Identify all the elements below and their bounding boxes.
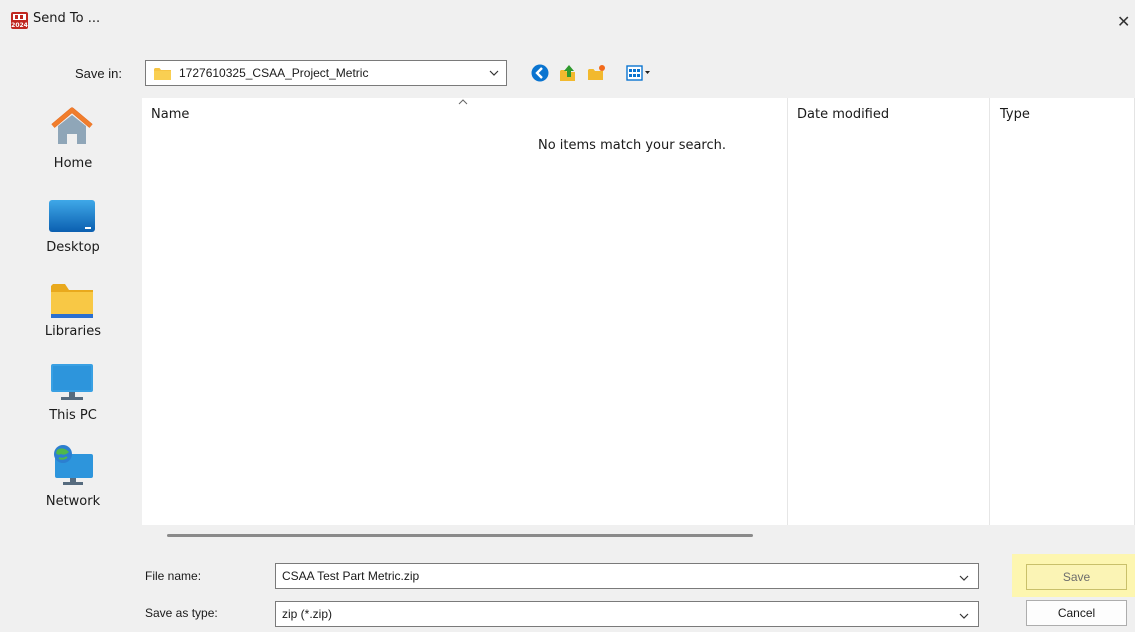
home-icon	[49, 104, 93, 150]
save-in-value: 1727610325_CSAA_Project_Metric	[179, 66, 369, 80]
place-home[interactable]: Home	[37, 98, 133, 178]
file-name-label: File name:	[145, 569, 202, 583]
save-in-dropdown[interactable]: 1727610325_CSAA_Project_Metric	[145, 60, 507, 86]
empty-message: No items match your search.	[538, 138, 727, 153]
column-header-date-modified[interactable]: Date modified	[797, 107, 889, 122]
place-desktop[interactable]: Desktop	[37, 192, 133, 272]
close-button[interactable]: ✕	[1117, 14, 1130, 30]
title-bar: 2024 Send To ... ✕	[0, 0, 1135, 38]
cancel-button[interactable]: Cancel	[1026, 600, 1127, 626]
libraries-icon	[51, 280, 95, 326]
desktop-icon	[49, 196, 95, 242]
new-folder-icon[interactable]	[587, 63, 607, 83]
up-folder-icon[interactable]	[558, 63, 578, 83]
back-icon[interactable]	[530, 63, 550, 83]
horizontal-scrollbar[interactable]	[167, 534, 753, 537]
chevron-down-icon[interactable]	[959, 572, 969, 582]
save-type-label: Save as type:	[145, 606, 218, 620]
place-network[interactable]: Network	[37, 444, 133, 524]
this-pc-icon	[51, 362, 95, 408]
chevron-down-icon[interactable]	[959, 610, 969, 620]
save-in-label: Save in:	[75, 66, 122, 81]
column-header-type[interactable]: Type	[1000, 107, 1030, 122]
folder-icon	[154, 67, 171, 80]
window-title: Send To ...	[33, 11, 101, 26]
save-type-value: zip (*.zip)	[282, 607, 333, 621]
chevron-down-icon[interactable]	[489, 67, 499, 77]
column-divider[interactable]	[989, 98, 990, 525]
place-label: Network	[45, 494, 101, 509]
file-name-value: CSAA Test Part Metric.zip	[282, 569, 420, 583]
network-icon	[51, 444, 95, 490]
save-button[interactable]: Save	[1026, 564, 1127, 590]
place-this-pc[interactable]: This PC	[37, 360, 133, 440]
file-name-field[interactable]: CSAA Test Part Metric.zip	[275, 563, 979, 589]
app-icon: 2024	[11, 12, 28, 29]
column-header-name[interactable]: Name	[151, 107, 189, 122]
place-label: Home	[53, 156, 93, 171]
app-icon-text: 2024	[11, 22, 28, 29]
place-libraries[interactable]: Libraries	[37, 276, 133, 356]
place-label: Desktop	[46, 240, 100, 255]
sort-ascending-icon	[458, 98, 468, 109]
save-type-dropdown[interactable]: zip (*.zip)	[275, 601, 979, 627]
place-label: Libraries	[44, 324, 102, 339]
view-menu-icon[interactable]	[626, 63, 652, 83]
file-list[interactable]: Name Date modified Type No items match y…	[142, 98, 1135, 525]
place-label: This PC	[49, 408, 97, 423]
column-divider[interactable]	[787, 98, 788, 525]
